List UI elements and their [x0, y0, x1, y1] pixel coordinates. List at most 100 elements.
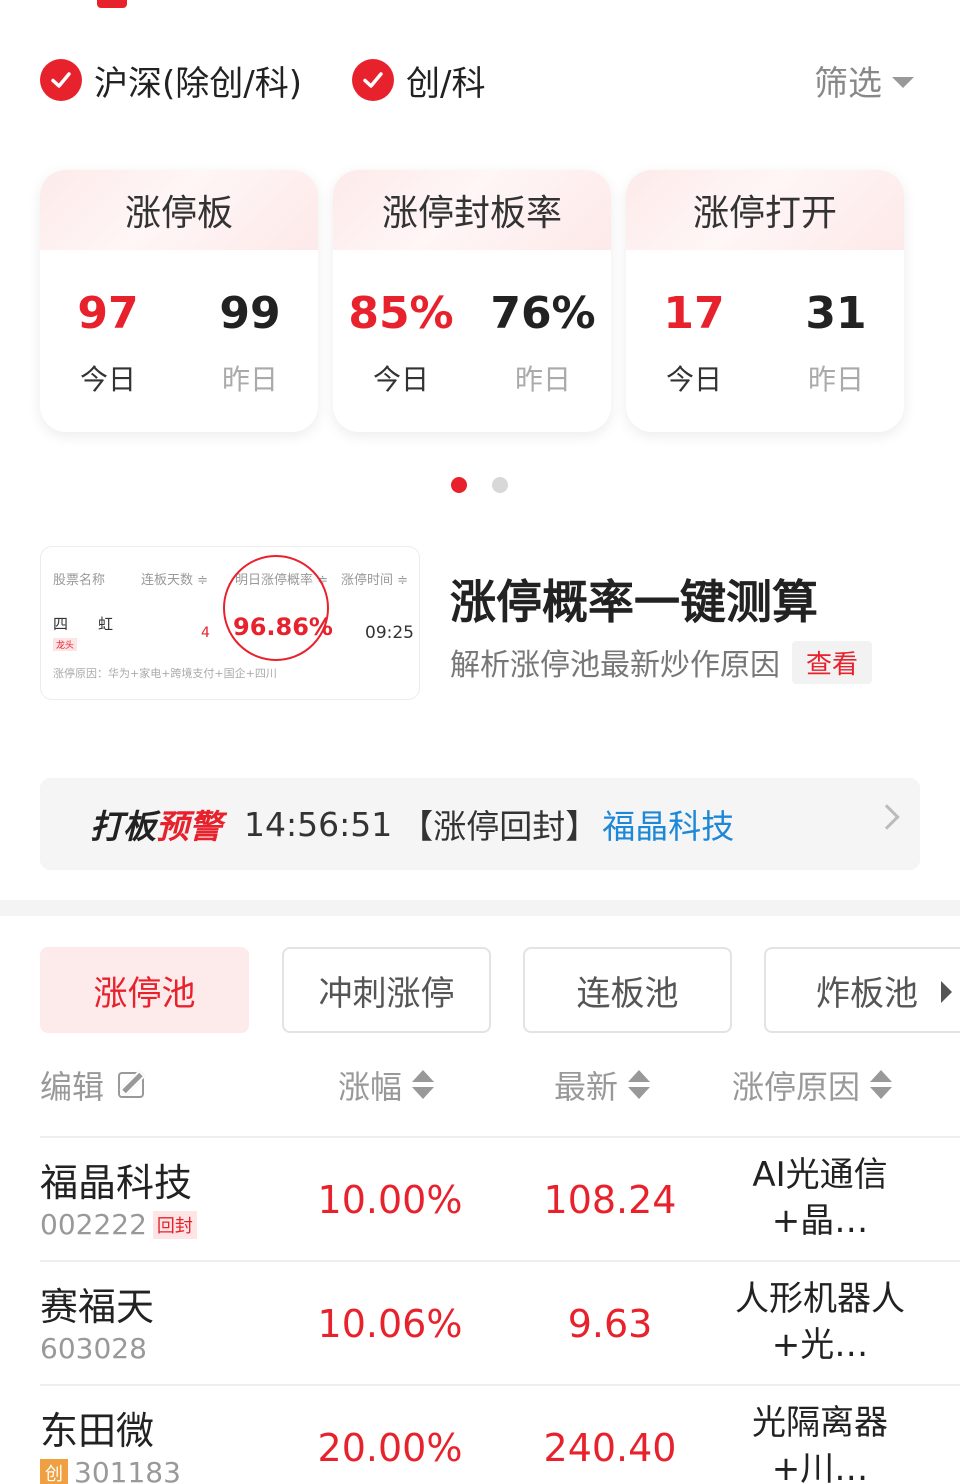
highlight-circle [223, 555, 329, 661]
stat-today-label: 今日 [665, 363, 722, 396]
sort-icon [412, 1070, 435, 1100]
filter-dropdown[interactable]: 筛选 [814, 50, 914, 110]
preview-probability: 96.86% [233, 613, 333, 641]
alert-time: 14:56:51 [244, 804, 393, 844]
sort-by-reason[interactable]: 涨停原因 [732, 1058, 893, 1112]
carousel-dot-active[interactable] [451, 477, 467, 493]
promo-subtitle-row: 解析涨停池最新炒作原因 查看 [450, 640, 873, 684]
stat-yesterday-value: 99 [219, 288, 281, 339]
tab-label: 炸板池 [816, 973, 918, 1014]
stock-code: 603028 [40, 1332, 147, 1365]
col-change-label: 涨幅 [338, 1068, 403, 1106]
tab-label: 涨停池 [93, 973, 196, 1014]
status-badge: 回封 [152, 1210, 197, 1239]
promo-subtitle: 解析涨停池最新炒作原因 [450, 648, 780, 683]
tab-limit-up-pool[interactable]: 涨停池 [40, 947, 249, 1033]
stat-yesterday-label: 昨日 [514, 363, 571, 396]
check-icon [352, 59, 394, 101]
tab-broken-pool[interactable]: 炸板池 [764, 947, 960, 1033]
edit-icon [118, 1072, 145, 1098]
stock-code-row: 002222 回封 [40, 1208, 197, 1241]
preview-days: 4 [201, 625, 210, 641]
preview-time: 09:25 [365, 623, 414, 643]
tab-sprint-limit-up[interactable]: 冲刺涨停 [282, 947, 491, 1033]
preview-reason: 涨停原因：华为+家电+跨境支付+国企+四川 [53, 667, 277, 680]
promo-preview-image[interactable]: 股票名称 连板天数 ≑ 明日涨停概率 ≑ 涨停时间 ≑ 四 虹 龙头 4 96.… [40, 546, 420, 700]
limit-reason: AI光通信 +晶… [720, 1152, 920, 1244]
check-icon [40, 59, 82, 101]
market-option-main-label: 沪深(除创/科) [94, 63, 302, 104]
edit-columns-button[interactable]: 编辑 [40, 1058, 145, 1112]
reason-line-2: +光… [771, 1325, 869, 1365]
preview-stock-tag: 龙头 [53, 638, 78, 651]
change-percent: 10.06% [317, 1302, 463, 1346]
limit-alert-bar[interactable]: 打板 预警 14:56:51 【涨停回封】 福晶科技 [40, 778, 920, 870]
stat-yesterday-value: 76% [490, 288, 596, 339]
chevron-right-icon [874, 804, 900, 830]
stock-code: 002222 [40, 1208, 147, 1241]
limit-reason: 人形机器人 +光… [720, 1276, 920, 1368]
latest-price: 108.24 [543, 1178, 677, 1222]
sort-by-latest[interactable]: 最新 [554, 1058, 651, 1112]
reason-line-1: 人形机器人 [735, 1279, 905, 1319]
stat-card-title: 涨停打开 [626, 170, 904, 250]
carousel-dots [0, 477, 960, 493]
latest-price: 240.40 [543, 1426, 677, 1470]
reason-line-2: +晶… [771, 1201, 869, 1241]
stat-card-title: 涨停板 [40, 170, 318, 250]
reason-line-2: +川… [771, 1449, 869, 1484]
triangle-right-icon [941, 981, 952, 1003]
stat-card-seal-rate[interactable]: 涨停封板率 85% 76% 今日 昨日 [333, 170, 611, 432]
stock-name: 赛福天 [40, 1285, 155, 1329]
stat-card-limit-open[interactable]: 涨停打开 17 31 今日 昨日 [626, 170, 904, 432]
market-option-gem[interactable]: 创/科 [352, 50, 485, 110]
limit-reason: 光隔离器 +川… [720, 1400, 920, 1484]
stat-today-label: 今日 [79, 363, 136, 396]
change-percent: 10.00% [317, 1178, 463, 1222]
sort-by-change[interactable]: 涨幅 [338, 1058, 435, 1112]
stock-name: 福晶科技 [40, 1161, 193, 1205]
preview-stock-name: 四 虹 [53, 615, 114, 633]
stock-name: 东田微 [40, 1409, 155, 1453]
alert-prefix-1: 打板 [90, 807, 156, 846]
stat-today-label: 今日 [372, 363, 429, 396]
preview-col-days: 连板天数 ≑ [141, 573, 209, 588]
market-option-main[interactable]: 沪深(除创/科) [40, 50, 302, 110]
table-row[interactable]: 福晶科技 002222 回封 10.00% 108.24 AI光通信 +晶… [40, 1136, 960, 1260]
latest-price: 9.63 [567, 1302, 653, 1346]
view-button[interactable]: 查看 [792, 640, 873, 684]
stat-yesterday-label: 昨日 [221, 363, 278, 396]
stat-today-value: 17 [663, 288, 725, 339]
table-row[interactable]: 赛福天 603028 10.06% 9.63 人形机器人 +光… [40, 1260, 960, 1384]
sort-icon [870, 1070, 893, 1100]
section-divider [0, 900, 960, 916]
tab-label: 冲刺涨停 [318, 973, 455, 1014]
carousel-dot[interactable] [492, 477, 508, 493]
stat-today-value: 97 [77, 288, 139, 339]
top-tab-indicator [97, 0, 127, 8]
stat-yesterday-label: 昨日 [807, 363, 864, 396]
table-row[interactable]: 东田微 创 301183 20.00% 240.40 光隔离器 +川… [40, 1384, 960, 1484]
board-badge: 创 [40, 1458, 68, 1484]
tab-label: 连板池 [576, 973, 679, 1014]
alert-stock-link[interactable]: 福晶科技 [602, 800, 734, 848]
stock-code-row: 创 301183 [40, 1456, 181, 1484]
market-option-gem-label: 创/科 [406, 63, 486, 104]
sort-icon [628, 1070, 651, 1100]
reason-line-1: 光隔离器 [752, 1403, 888, 1443]
tab-consecutive-pool[interactable]: 连板池 [523, 947, 732, 1033]
promo-title: 涨停概率一键测算 [450, 575, 818, 629]
stat-card-limit-up[interactable]: 涨停板 97 99 今日 昨日 [40, 170, 318, 432]
col-edit-label: 编辑 [40, 1068, 105, 1106]
change-percent: 20.00% [317, 1426, 463, 1470]
preview-col-name: 股票名称 [53, 573, 106, 588]
stat-today-value: 85% [348, 288, 454, 339]
col-latest-label: 最新 [554, 1068, 619, 1106]
alert-prefix-2: 预警 [156, 807, 222, 846]
stat-yesterday-value: 31 [805, 288, 867, 339]
stat-card-title: 涨停封板率 [333, 170, 611, 250]
market-filter-row: 沪深(除创/科) 创/科 筛选 [0, 50, 960, 110]
reason-line-1: AI光通信 [752, 1155, 888, 1195]
alert-tag: 【涨停回封】 [400, 807, 599, 846]
col-reason-label: 涨停原因 [732, 1068, 861, 1106]
